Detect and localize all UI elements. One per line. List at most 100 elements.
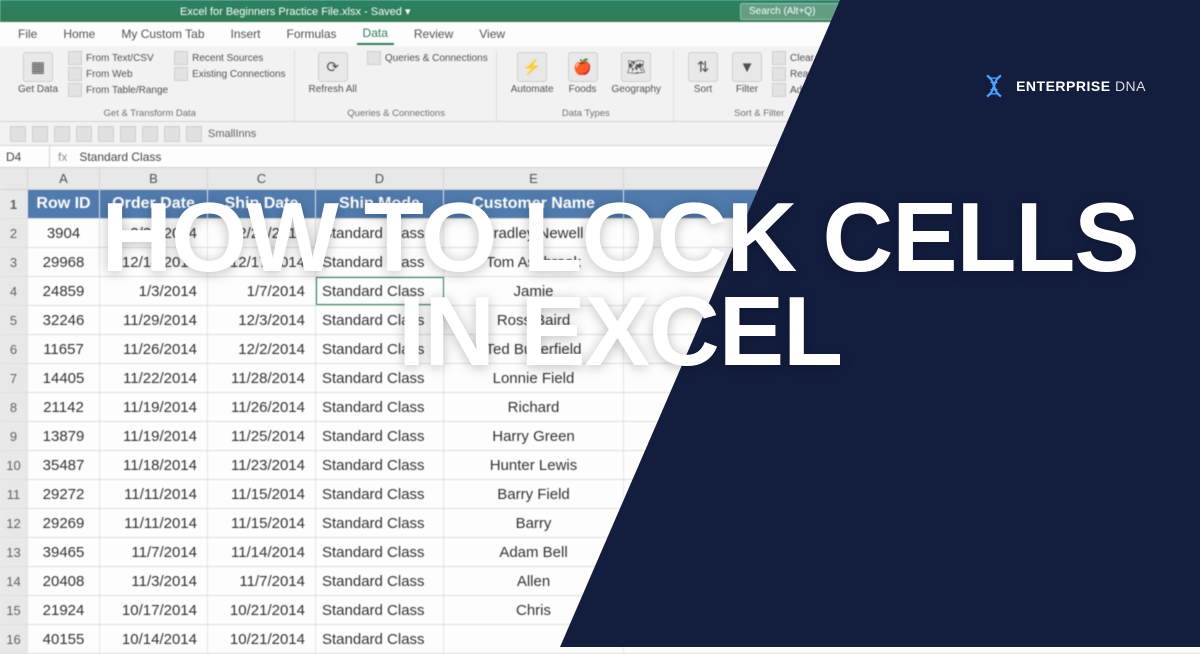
- cell[interactable]: Lonnie Field: [444, 364, 624, 392]
- refresh-all-button[interactable]: ⟳ Refresh All: [305, 50, 361, 97]
- cell[interactable]: Harry Green: [444, 422, 624, 450]
- tab-insert[interactable]: Insert: [225, 24, 267, 44]
- cell[interactable]: 12/2/2014: [208, 335, 316, 363]
- cell[interactable]: Ross Baird: [444, 306, 624, 334]
- cell[interactable]: Ted Butterfield: [444, 335, 624, 363]
- cell[interactable]: 11657: [28, 335, 100, 363]
- cell[interactable]: 32246: [28, 306, 100, 334]
- cell[interactable]: 10/21/2014: [208, 596, 316, 624]
- cell[interactable]: Standard Class: [316, 393, 444, 421]
- reapply-button[interactable]: Reapply: [772, 66, 834, 82]
- cell[interactable]: 11/3/2014: [100, 567, 208, 595]
- row-header[interactable]: 11: [0, 480, 28, 508]
- from-table-button[interactable]: From Table/Range: [68, 82, 168, 98]
- cell[interactable]: Adam Bell: [444, 538, 624, 566]
- row-header[interactable]: 3: [0, 248, 28, 276]
- cell[interactable]: 11/22/2014: [100, 364, 208, 392]
- cell[interactable]: Standard Class: [316, 538, 444, 566]
- foods-button[interactable]: 🍎Foods: [564, 50, 602, 97]
- row-header[interactable]: 6: [0, 335, 28, 363]
- formula-bar[interactable]: Standard Class: [75, 150, 1200, 164]
- cell[interactable]: Barry Field: [444, 480, 624, 508]
- cell[interactable]: 11/28/2014: [208, 364, 316, 392]
- row-header[interactable]: 2: [0, 219, 28, 247]
- search-input[interactable]: Search (Alt+Q): [740, 3, 1020, 20]
- cell[interactable]: 11/29/2014: [100, 306, 208, 334]
- cell[interactable]: Bradley Newell: [444, 219, 624, 247]
- cell[interactable]: Richard: [444, 393, 624, 421]
- cell[interactable]: Tom Ashbrook: [444, 248, 624, 276]
- row-header[interactable]: 8: [0, 393, 28, 421]
- col-header-a[interactable]: A: [28, 168, 100, 189]
- cell[interactable]: 39465: [28, 538, 100, 566]
- cell[interactable]: 2/20/2014: [100, 219, 208, 247]
- from-web-button[interactable]: From Web: [68, 66, 168, 82]
- cell[interactable]: Chris: [444, 596, 624, 624]
- cell[interactable]: 11/19/2014: [100, 422, 208, 450]
- clear-button[interactable]: Clear: [772, 50, 834, 66]
- tab-review[interactable]: Review: [408, 24, 459, 44]
- col-header-b[interactable]: B: [100, 168, 208, 189]
- cell[interactable]: 29968: [28, 248, 100, 276]
- cell[interactable]: Standard Class: [316, 451, 444, 479]
- qat-icon[interactable]: [76, 126, 92, 142]
- cell[interactable]: Standard Class: [316, 306, 444, 334]
- row-header[interactable]: 10: [0, 451, 28, 479]
- cell[interactable]: 10/21/2014: [208, 625, 316, 653]
- cell[interactable]: 11/7/2014: [100, 538, 208, 566]
- cell[interactable]: Standard Class: [316, 625, 444, 653]
- cell[interactable]: 2/25/2014: [208, 219, 316, 247]
- cell[interactable]: [444, 625, 624, 653]
- qat-icon[interactable]: [120, 126, 136, 142]
- cell[interactable]: Standard Class: [316, 219, 444, 247]
- row-header[interactable]: 12: [0, 509, 28, 537]
- cell[interactable]: Standard Class: [316, 567, 444, 595]
- cell[interactable]: Standard Class: [316, 277, 444, 305]
- qat-icon[interactable]: [32, 126, 48, 142]
- automate-button[interactable]: ⚡Automate: [507, 50, 558, 97]
- cell[interactable]: 3904: [28, 219, 100, 247]
- cell[interactable]: Standard Class: [316, 509, 444, 537]
- cell[interactable]: 11/19/2014: [100, 393, 208, 421]
- cell[interactable]: Standard Class: [316, 364, 444, 392]
- cell[interactable]: Barry: [444, 509, 624, 537]
- qat-icon[interactable]: [10, 126, 26, 142]
- row-header[interactable]: 13: [0, 538, 28, 566]
- col-header-c[interactable]: C: [208, 168, 316, 189]
- cell[interactable]: 11/26/2014: [100, 335, 208, 363]
- sort-button[interactable]: ⇅Sort: [684, 50, 722, 97]
- worksheet[interactable]: A B C D E 1 Row ID Order Date Ship Date …: [0, 168, 1200, 654]
- queries-connections-button[interactable]: Queries & Connections: [367, 50, 488, 66]
- qat-icon[interactable]: [186, 126, 202, 142]
- cell[interactable]: Standard Class: [316, 335, 444, 363]
- tab-file[interactable]: File: [12, 24, 43, 44]
- cell[interactable]: 35487: [28, 451, 100, 479]
- recent-sources-button[interactable]: Recent Sources: [174, 50, 285, 66]
- cell[interactable]: 11/25/2014: [208, 422, 316, 450]
- th-row-id[interactable]: Row ID: [28, 190, 100, 218]
- cell[interactable]: 29272: [28, 480, 100, 508]
- advanced-button[interactable]: Advanced: [772, 82, 834, 98]
- cell[interactable]: 12/17/2014: [208, 248, 316, 276]
- tab-data[interactable]: Data: [357, 23, 394, 45]
- cell[interactable]: 24859: [28, 277, 100, 305]
- cell[interactable]: 10/14/2014: [100, 625, 208, 653]
- cell[interactable]: 11/23/2014: [208, 451, 316, 479]
- cell[interactable]: Standard Class: [316, 596, 444, 624]
- fx-icon[interactable]: fx: [50, 150, 75, 164]
- cell[interactable]: 1/7/2014: [208, 277, 316, 305]
- cell[interactable]: 12/3/2014: [208, 306, 316, 334]
- cell[interactable]: 21142: [28, 393, 100, 421]
- cell[interactable]: 10/17/2014: [100, 596, 208, 624]
- filter-button[interactable]: ▼Filter: [728, 50, 766, 97]
- row-header[interactable]: 9: [0, 422, 28, 450]
- row-header[interactable]: 16: [0, 625, 28, 653]
- qat-icon[interactable]: [98, 126, 114, 142]
- row-header[interactable]: 1: [0, 190, 28, 218]
- cell[interactable]: 11/15/2014: [208, 480, 316, 508]
- cell[interactable]: 14405: [28, 364, 100, 392]
- th-order-date[interactable]: Order Date: [100, 190, 208, 218]
- qat-icon[interactable]: [164, 126, 180, 142]
- from-text-button[interactable]: From Text/CSV: [68, 50, 168, 66]
- cell[interactable]: Standard Class: [316, 248, 444, 276]
